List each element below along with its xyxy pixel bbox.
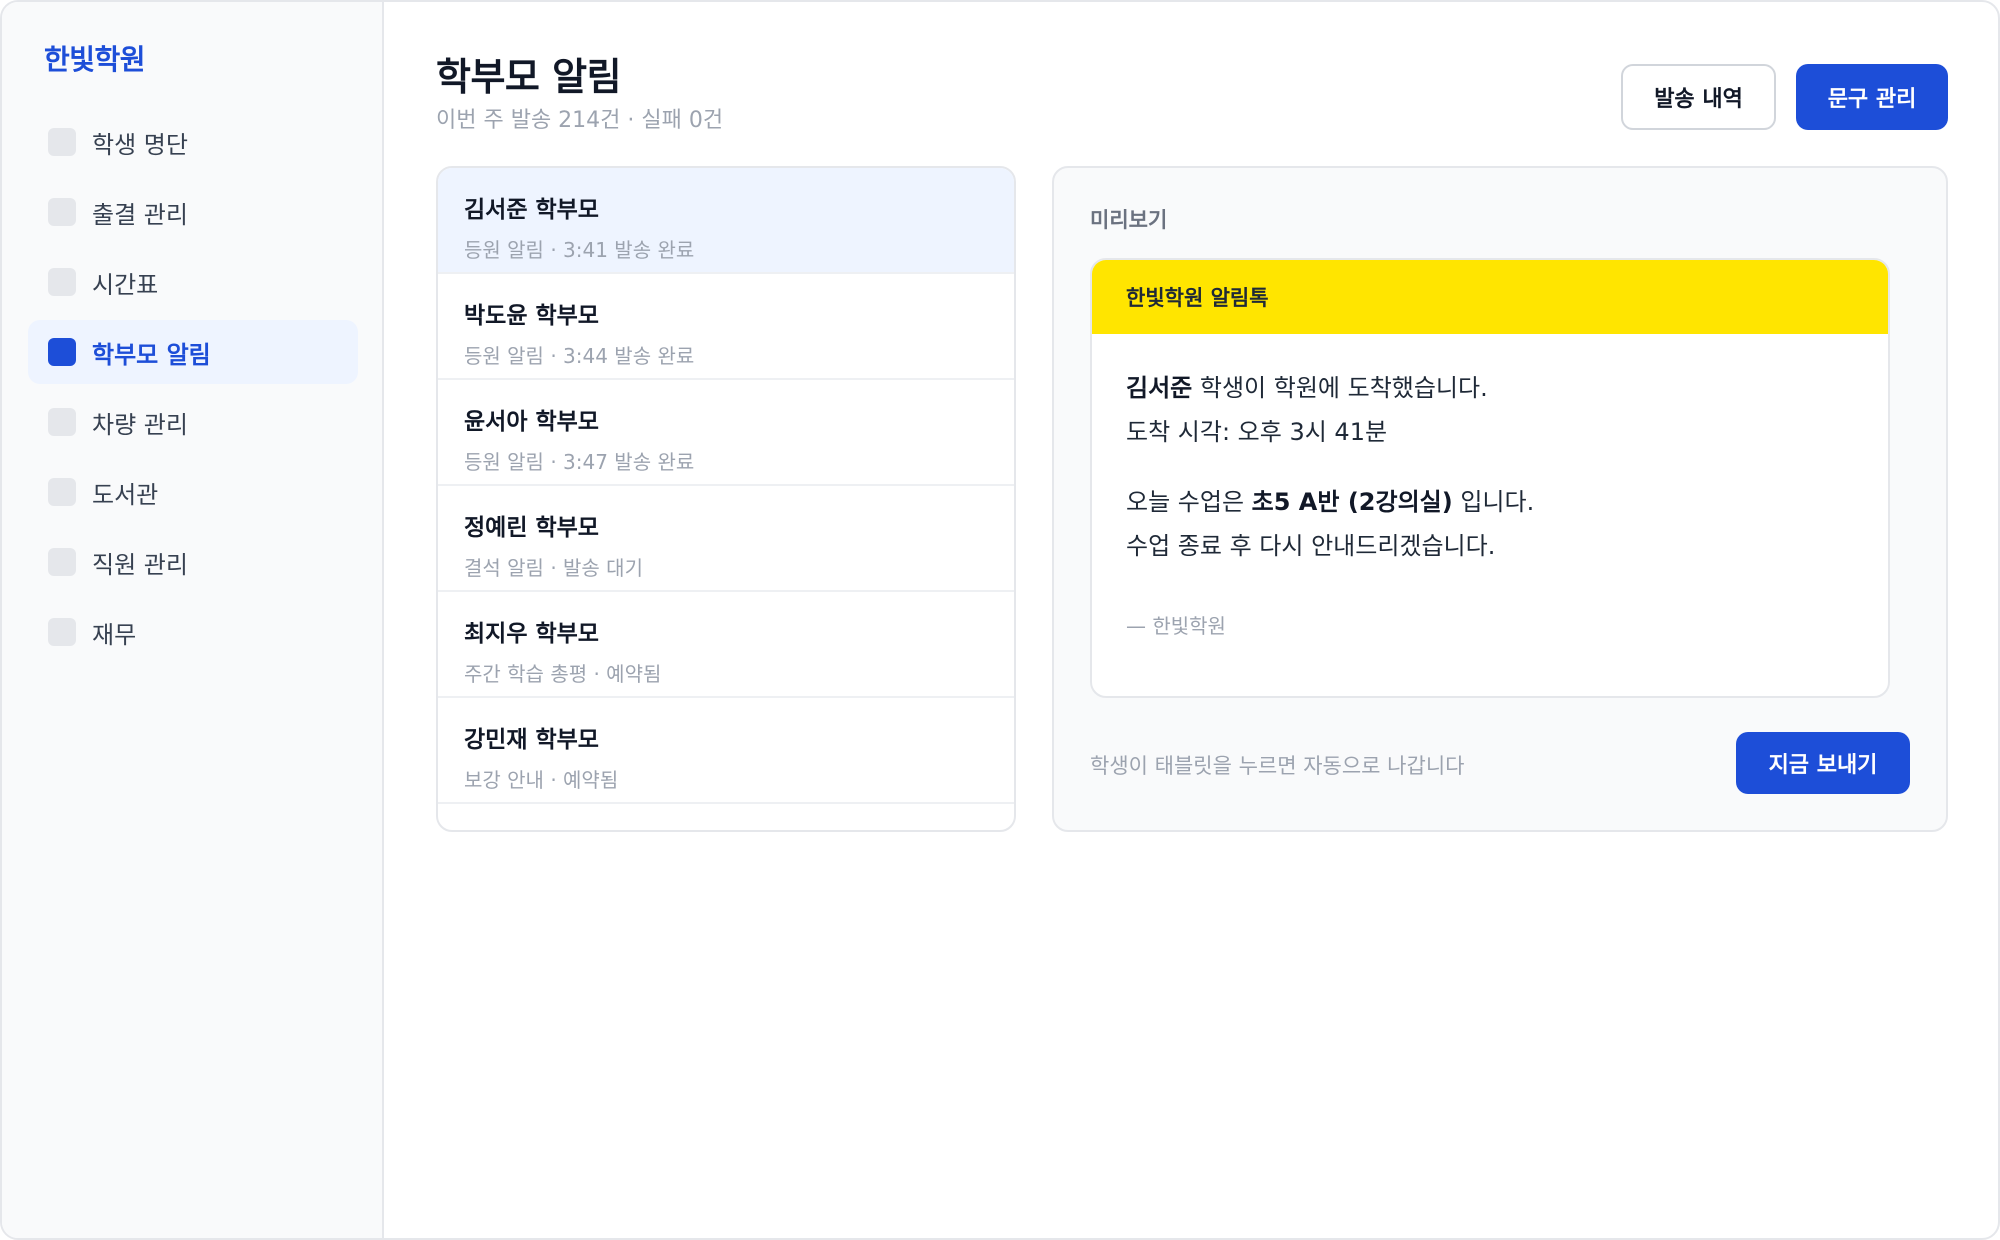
list-item[interactable]: 김서준 학부모 등원 알림 · 3:41 발송 완료 (438, 168, 1014, 274)
sidebar-item-label: 차량 관리 (92, 410, 188, 439)
message-header: 한빛학원 알림톡 (1092, 260, 1888, 334)
sidebar-item-label: 학생 명단 (92, 130, 188, 159)
recipient-status: 등원 알림 · 3:41 발송 완료 (464, 238, 695, 262)
message-line: 도착 시각: 오후 3시 41분 (1126, 418, 1388, 446)
preview-label: 미리보기 (1090, 208, 1168, 232)
auto-send-note: 학생이 태블릿을 누르면 자동으로 나갑니다 (1090, 754, 1465, 778)
message-line: 김서준 학생이 학원에 도착했습니다. (1126, 374, 1488, 402)
sidebar-item-label: 직원 관리 (92, 550, 188, 579)
message-body: 김서준 학생이 학원에 도착했습니다. 도착 시각: 오후 3시 41분 오늘 … (1092, 334, 1888, 640)
vehicle-icon (48, 408, 76, 436)
timetable-icon (48, 268, 76, 296)
sidebar: 한빛학원 학생 명단 출결 관리 시간표 학부모 알림 차량 관리 도서관 직원… (2, 2, 384, 1238)
sidebar-nav: 학생 명단 출결 관리 시간표 학부모 알림 차량 관리 도서관 직원 관리 재… (28, 110, 358, 670)
sidebar-item-parent-notifications[interactable]: 학부모 알림 (28, 320, 358, 384)
recipient-name: 강민재 학부모 (464, 727, 599, 753)
student-name: 김서준 (1126, 374, 1193, 402)
sidebar-item-label: 도서관 (92, 480, 159, 509)
message-line: 오늘 수업은 초5 A반 (2강의실) 입니다. (1126, 488, 1535, 516)
send-history-button[interactable]: 발송 내역 (1621, 64, 1776, 130)
sidebar-item-label: 출결 관리 (92, 200, 188, 229)
message-line: 수업 종료 후 다시 안내드리겠습니다. (1126, 532, 1496, 560)
sidebar-item-finance[interactable]: 재무 (28, 600, 358, 664)
sidebar-item-staff[interactable]: 직원 관리 (28, 530, 358, 594)
sidebar-item-attendance[interactable]: 출결 관리 (28, 180, 358, 244)
recipient-status: 결석 알림 · 발송 대기 (464, 556, 643, 580)
list-item[interactable]: 최지우 학부모 주간 학습 총평 · 예약됨 (438, 592, 1014, 698)
sidebar-item-students[interactable]: 학생 명단 (28, 110, 358, 174)
page-subtitle: 이번 주 발송 214건 · 실패 0건 (436, 108, 724, 133)
preview-panel: 미리보기 한빛학원 알림톡 김서준 학생이 학원에 도착했습니다. 도착 시각:… (1052, 166, 1948, 832)
list-item[interactable]: 박도윤 학부모 등원 알림 · 3:44 발송 완료 (438, 274, 1014, 380)
app-window: 한빛학원 학생 명단 출결 관리 시간표 학부모 알림 차량 관리 도서관 직원… (0, 0, 2000, 1240)
library-icon (48, 478, 76, 506)
sidebar-item-label: 학부모 알림 (92, 340, 211, 369)
parent-notification-icon (48, 338, 76, 366)
list-item[interactable]: 강민재 학부모 보강 안내 · 예약됨 (438, 698, 1014, 804)
recipient-name: 박도윤 학부모 (464, 303, 599, 329)
recipient-name: 김서준 학부모 (464, 197, 599, 223)
recipient-name: 최지우 학부모 (464, 621, 599, 647)
brand-logo[interactable]: 한빛학원 (44, 38, 146, 78)
recipient-status: 보강 안내 · 예약됨 (464, 768, 619, 792)
attendance-icon (48, 198, 76, 226)
list-item[interactable]: 윤서아 학부모 등원 알림 · 3:47 발송 완료 (438, 380, 1014, 486)
page-title: 학부모 알림 (436, 55, 622, 99)
students-icon (48, 128, 76, 156)
recipient-status: 등원 알림 · 3:44 발송 완료 (464, 344, 695, 368)
recipient-status: 등원 알림 · 3:47 발송 완료 (464, 450, 695, 474)
message-card: 한빛학원 알림톡 김서준 학생이 학원에 도착했습니다. 도착 시각: 오후 3… (1090, 258, 1890, 698)
recipient-status: 주간 학습 총평 · 예약됨 (464, 662, 662, 686)
message-signature: — 한빛학원 (1126, 614, 1226, 638)
finance-icon (48, 618, 76, 646)
sidebar-item-vehicles[interactable]: 차량 관리 (28, 390, 358, 454)
sidebar-item-timetable[interactable]: 시간표 (28, 250, 358, 314)
recipient-list: 김서준 학부모 등원 알림 · 3:41 발송 완료 박도윤 학부모 등원 알림… (436, 166, 1016, 832)
list-item[interactable]: 정예린 학부모 결석 알림 · 발송 대기 (438, 486, 1014, 592)
recipient-name: 정예린 학부모 (464, 515, 599, 541)
manage-templates-button[interactable]: 문구 관리 (1796, 64, 1948, 130)
class-name: 초5 A반 (2강의실) (1251, 488, 1453, 516)
staff-icon (48, 548, 76, 576)
sidebar-item-label: 재무 (92, 620, 137, 649)
sidebar-item-library[interactable]: 도서관 (28, 460, 358, 524)
send-now-button[interactable]: 지금 보내기 (1736, 732, 1910, 794)
recipient-name: 윤서아 학부모 (464, 409, 599, 435)
sidebar-item-label: 시간표 (92, 270, 159, 299)
